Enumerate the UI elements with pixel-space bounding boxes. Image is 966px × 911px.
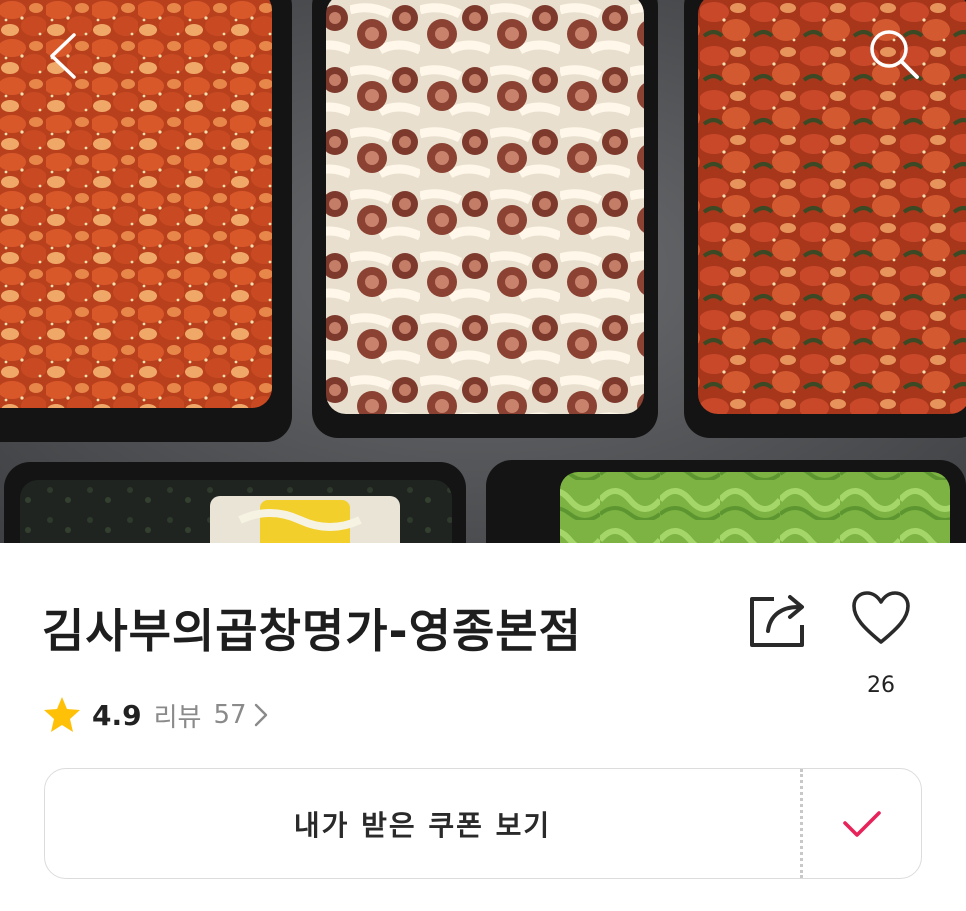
like-count: 26 — [867, 673, 895, 698]
my-coupons-button[interactable]: 내가 받은 쿠폰 보기 — [45, 769, 800, 878]
chevron-left-icon — [50, 33, 76, 79]
review-label: 리뷰 — [153, 702, 202, 733]
star-icon — [44, 697, 80, 732]
check-icon — [843, 810, 881, 837]
like-button[interactable] — [846, 583, 916, 653]
review-link[interactable]: 리뷰 57 — [154, 697, 269, 734]
review-count: 57 — [213, 700, 247, 730]
share-button[interactable] — [744, 587, 814, 653]
coupon-box: 내가 받은 쿠폰 보기 — [44, 768, 922, 879]
chevron-right-icon — [254, 703, 267, 727]
coupon-label: 내가 받은 쿠폰 보기 — [293, 808, 552, 842]
search-button[interactable] — [864, 24, 924, 84]
store-name: 김사부의곱창명가-영종본점 — [42, 604, 582, 658]
heart-outline-icon — [852, 591, 910, 644]
store-info-section: 김사부의곱창명가-영종본점 26 4.9 리뷰 57 내가 받은 쿠폰 보기 — [0, 543, 966, 911]
search-icon — [870, 30, 919, 79]
rating-value: 4.9 — [92, 698, 142, 732]
food-photo — [0, 0, 966, 543]
store-hero-image — [0, 0, 966, 543]
back-button[interactable] — [32, 26, 92, 86]
coupon-check-button[interactable] — [803, 769, 921, 878]
rating-row: 4.9 리뷰 57 — [42, 693, 269, 737]
share-icon — [750, 595, 804, 647]
